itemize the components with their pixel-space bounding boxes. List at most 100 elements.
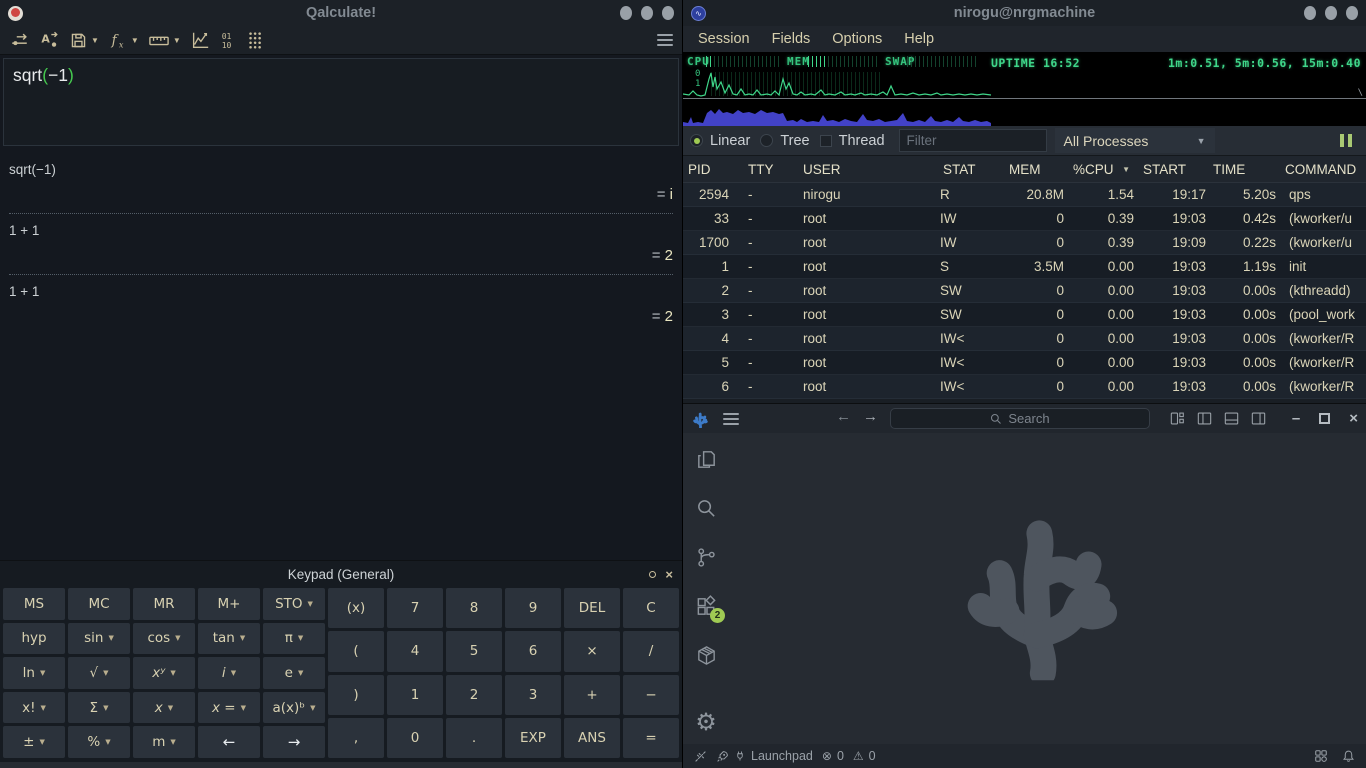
customize-layout-icon[interactable] <box>1169 410 1186 427</box>
settings-gear-icon[interactable]: ⚙ <box>695 710 717 734</box>
process-row[interactable]: 4-rootIW<00.0019:030.00s(kworker/R <box>683 327 1366 351</box>
key-×[interactable]: × <box>564 631 620 671</box>
menu-fields[interactable]: Fields <box>761 29 822 49</box>
mode-icon[interactable] <box>9 30 30 50</box>
history-result[interactable]: = 2 <box>9 308 673 325</box>
key-MS[interactable]: MS <box>3 588 65 620</box>
command-search-box[interactable]: Search <box>890 408 1150 429</box>
menu-session[interactable]: Session <box>687 29 761 49</box>
key-x[interactable]: x▼ <box>133 692 195 724</box>
notifications-bell-icon[interactable] <box>1342 749 1355 763</box>
key-→[interactable]: → <box>263 726 325 758</box>
resize-grip-icon[interactable]: \ <box>1358 88 1363 98</box>
column-header-tty[interactable]: TTY <box>735 162 801 177</box>
warning-count-item[interactable]: ⚠ 0 <box>853 749 876 763</box>
history-expression[interactable]: 1 + 1 <box>9 284 673 299</box>
key-8[interactable]: 8 <box>446 588 502 628</box>
key-±[interactable]: ±▼ <box>3 726 65 758</box>
tree-radio[interactable] <box>760 134 773 147</box>
key-EXP[interactable]: EXP <box>505 718 561 758</box>
key-e[interactable]: e▼ <box>263 657 325 689</box>
key-i[interactable]: i▼ <box>198 657 260 689</box>
filter-input[interactable] <box>899 129 1047 152</box>
key-cos[interactable]: cos▼ <box>133 623 195 655</box>
menu-icon[interactable] <box>723 413 739 425</box>
column-header-start[interactable]: START <box>1138 162 1208 177</box>
key-←[interactable]: ← <box>198 726 260 758</box>
column-header-time[interactable]: TIME <box>1208 162 1280 177</box>
back-arrow-icon[interactable]: ← <box>836 408 851 425</box>
keypad-close-icon[interactable]: × <box>665 568 673 581</box>
history-expression[interactable]: sqrt(−1) <box>9 162 673 177</box>
disconnected-plug-icon[interactable] <box>694 750 707 763</box>
key-ln[interactable]: ln▼ <box>3 657 65 689</box>
column-header-pctcpu[interactable]: %CPU▼ <box>1068 162 1138 177</box>
key-.[interactable]: . <box>446 718 502 758</box>
key-/[interactable]: / <box>623 631 679 671</box>
key-ANS[interactable]: ANS <box>564 718 620 758</box>
menu-icon[interactable] <box>657 34 673 46</box>
extensions-icon[interactable]: 2 <box>694 594 718 618</box>
process-row[interactable]: 1-rootS3.5M0.0019:031.19sinit <box>683 255 1366 279</box>
key-,[interactable]: , <box>328 718 384 758</box>
forward-arrow-icon[interactable]: → <box>863 408 878 425</box>
key-m[interactable]: m▼ <box>133 726 195 758</box>
key-9[interactable]: 9 <box>505 588 561 628</box>
source-control-icon[interactable] <box>694 545 718 569</box>
key-hyp[interactable]: hyp <box>3 623 65 655</box>
column-header-user[interactable]: USER <box>801 162 938 177</box>
keypad-detach-icon[interactable] <box>649 571 656 578</box>
window-button[interactable] <box>620 6 632 20</box>
toggle-secondary-sidebar-icon[interactable] <box>1250 410 1267 427</box>
menu-options[interactable]: Options <box>821 29 893 49</box>
menu-help[interactable]: Help <box>893 29 945 49</box>
remote-indicator-icon[interactable] <box>1314 749 1328 763</box>
history-result[interactable]: = i <box>9 186 673 203</box>
column-header-pid[interactable]: PID <box>683 162 735 177</box>
column-header-mem[interactable]: MEM <box>1004 162 1068 177</box>
key-)[interactable]: ) <box>328 675 384 715</box>
key-tan[interactable]: tan▼ <box>198 623 260 655</box>
launchpad-status-item[interactable]: Launchpad <box>716 749 813 763</box>
history-result[interactable]: = 2 <box>9 247 673 264</box>
key-3[interactable]: 3 <box>505 675 561 715</box>
key-xʸ[interactable]: xʸ▼ <box>133 657 195 689</box>
explorer-icon[interactable] <box>694 447 718 471</box>
save-icon[interactable]: ▼ <box>69 31 99 50</box>
key-5[interactable]: 5 <box>446 631 502 671</box>
key-=[interactable]: = <box>623 718 679 758</box>
error-count-item[interactable]: ⊗ 0 <box>822 749 844 763</box>
key-M+[interactable]: M+ <box>198 588 260 620</box>
key-1[interactable]: 1 <box>387 675 443 715</box>
key-%[interactable]: %▼ <box>68 726 130 758</box>
history-expression[interactable]: 1 + 1 <box>9 223 673 238</box>
key-6[interactable]: 6 <box>505 631 561 671</box>
process-row[interactable]: 5-rootIW<00.0019:030.00s(kworker/R <box>683 351 1366 375</box>
units-icon[interactable]: ▼ <box>148 30 181 50</box>
toggle-sidebar-icon[interactable] <box>1196 410 1213 427</box>
key-STO[interactable]: STO▼ <box>263 588 325 620</box>
minimize-button[interactable]: – <box>1292 410 1300 427</box>
process-row[interactable]: 3-rootSW00.0019:030.00s(pool_work <box>683 303 1366 327</box>
key-2[interactable]: 2 <box>446 675 502 715</box>
container-cube-icon[interactable] <box>694 643 718 667</box>
column-header-stat[interactable]: STAT <box>938 162 1004 177</box>
pause-button[interactable] <box>1340 134 1352 147</box>
convert-icon[interactable]: A <box>39 30 60 50</box>
process-row[interactable]: 6-rootIW<00.0019:030.00s(kworker/R <box>683 375 1366 399</box>
window-button[interactable] <box>662 6 674 20</box>
toggle-panel-icon[interactable] <box>1223 410 1240 427</box>
key-a(x)ᵇ[interactable]: a(x)ᵇ▼ <box>263 692 325 724</box>
key-π[interactable]: π▼ <box>263 623 325 655</box>
history-entry[interactable]: 1 + 1 = 2 <box>9 214 673 275</box>
close-button[interactable]: × <box>1349 410 1358 427</box>
process-row[interactable]: 33-rootIW00.3919:030.42s(kworker/u <box>683 207 1366 231</box>
key-x![interactable]: x!▼ <box>3 692 65 724</box>
key-0[interactable]: 0 <box>387 718 443 758</box>
key-C[interactable]: C <box>623 588 679 628</box>
number-bases-icon[interactable]: 0110 <box>219 30 237 50</box>
key-+[interactable]: + <box>564 675 620 715</box>
history-entry[interactable]: sqrt(−1) = i <box>9 153 673 214</box>
history-entry[interactable]: 1 + 1 = 2 <box>9 275 673 335</box>
window-button[interactable] <box>641 6 653 20</box>
